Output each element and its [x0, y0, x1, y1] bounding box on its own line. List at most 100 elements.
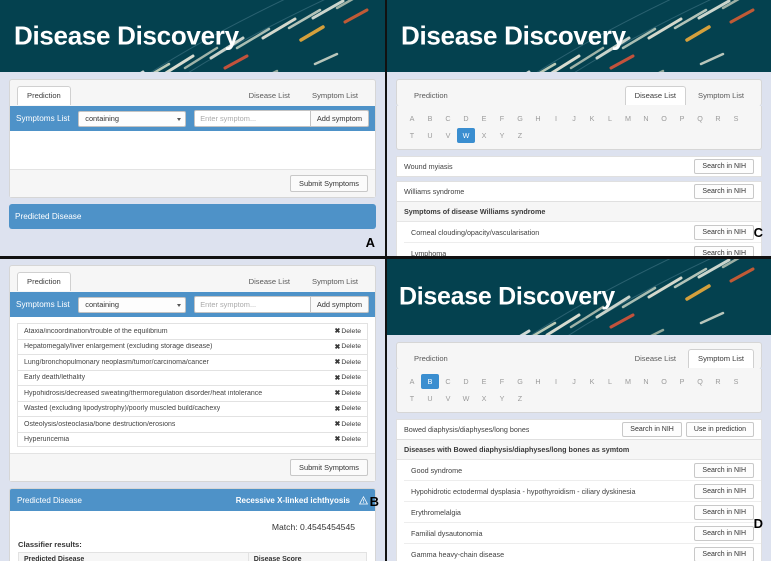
list-item[interactable]: Familial dysautonomia Search in NIH	[404, 523, 761, 544]
tab-disease-list[interactable]: Disease List	[625, 349, 686, 368]
alpha-U[interactable]: U	[421, 128, 439, 143]
tab-prediction[interactable]: Prediction	[17, 86, 71, 105]
delete-symptom-button[interactable]: ✖ Delete	[328, 389, 361, 397]
alpha-Y[interactable]: Y	[493, 391, 511, 406]
alpha-J[interactable]: J	[565, 374, 583, 389]
search-in-nih-button[interactable]: Search in NIH	[694, 246, 754, 257]
alpha-T[interactable]: T	[403, 391, 421, 406]
alpha-A[interactable]: A	[403, 111, 421, 126]
delete-symptom-button[interactable]: ✖ Delete	[328, 327, 361, 335]
search-in-nih-button[interactable]: Search in NIH	[694, 159, 754, 174]
alpha-B[interactable]: B	[421, 111, 439, 126]
tab-prediction[interactable]: Prediction	[404, 86, 458, 105]
list-item[interactable]: Bowed diaphysis/diaphyses/long bones Sea…	[396, 419, 762, 440]
alpha-E[interactable]: E	[475, 111, 493, 126]
alpha-P[interactable]: P	[673, 374, 691, 389]
alpha-I[interactable]: I	[547, 111, 565, 126]
list-item[interactable]: Wound myiasis Search in NIH	[396, 156, 762, 177]
alpha-Z[interactable]: Z	[511, 128, 529, 143]
table-row[interactable]: Hepatomegaly/liver enlargement (excludin…	[17, 339, 368, 355]
tab-symptom-list[interactable]: Symptom List	[688, 349, 754, 368]
alpha-A[interactable]: A	[403, 374, 421, 389]
alpha-G[interactable]: G	[511, 111, 529, 126]
delete-symptom-button[interactable]: ✖ Delete	[328, 374, 361, 382]
search-in-nih-button[interactable]: Search in NIH	[694, 225, 754, 240]
alpha-U[interactable]: U	[421, 391, 439, 406]
table-row[interactable]: Ataxia/incoordination/trouble of the equ…	[17, 323, 368, 339]
list-item[interactable]: Good syndrome Search in NIH	[404, 460, 761, 481]
search-in-nih-button[interactable]: Search in NIH	[694, 484, 754, 499]
alpha-F[interactable]: F	[493, 111, 511, 126]
alpha-N[interactable]: N	[637, 111, 655, 126]
alpha-K[interactable]: K	[583, 374, 601, 389]
match-mode-select[interactable]: containing	[78, 297, 186, 313]
search-in-nih-button[interactable]: Search in NIH	[622, 422, 682, 437]
table-row[interactable]: Hyperuricemia ✖ Delete	[17, 432, 368, 448]
delete-symptom-button[interactable]: ✖ Delete	[328, 358, 361, 366]
search-in-nih-button[interactable]: Search in NIH	[694, 505, 754, 520]
alpha-V[interactable]: V	[439, 128, 457, 143]
match-mode-select[interactable]: containing	[78, 111, 186, 127]
alpha-M[interactable]: M	[619, 111, 637, 126]
delete-symptom-button[interactable]: ✖ Delete	[328, 435, 361, 443]
alpha-R[interactable]: R	[709, 374, 727, 389]
alpha-W[interactable]: W	[457, 128, 475, 143]
alpha-O[interactable]: O	[655, 111, 673, 126]
symptom-input[interactable]	[194, 296, 311, 313]
alpha-R[interactable]: R	[709, 111, 727, 126]
tab-prediction[interactable]: Prediction	[404, 349, 458, 368]
list-item[interactable]: Corneal clouding/opacity/vascularisation…	[404, 222, 761, 243]
list-item[interactable]: Williams syndrome Search in NIH	[396, 181, 762, 202]
submit-symptoms-button[interactable]: Submit Symptoms	[290, 175, 368, 192]
tab-disease-list[interactable]: Disease List	[239, 86, 300, 105]
tab-disease-list[interactable]: Disease List	[625, 86, 686, 105]
alpha-Q[interactable]: Q	[691, 374, 709, 389]
alpha-D[interactable]: D	[457, 111, 475, 126]
search-in-nih-button[interactable]: Search in NIH	[694, 463, 754, 478]
symptom-input[interactable]	[194, 110, 311, 127]
alpha-M[interactable]: M	[619, 374, 637, 389]
delete-symptom-button[interactable]: ✖ Delete	[328, 420, 361, 428]
search-in-nih-button[interactable]: Search in NIH	[694, 547, 754, 561]
alpha-V[interactable]: V	[439, 391, 457, 406]
alpha-Y[interactable]: Y	[493, 128, 511, 143]
alpha-O[interactable]: O	[655, 374, 673, 389]
alpha-Z[interactable]: Z	[511, 391, 529, 406]
add-symptom-button[interactable]: Add symptom	[311, 296, 369, 313]
alpha-E[interactable]: E	[475, 374, 493, 389]
tab-prediction[interactable]: Prediction	[17, 272, 71, 291]
alpha-F[interactable]: F	[493, 374, 511, 389]
alpha-H[interactable]: H	[529, 111, 547, 126]
alpha-C[interactable]: C	[439, 374, 457, 389]
delete-symptom-button[interactable]: ✖ Delete	[328, 405, 361, 413]
table-row[interactable]: Hypohidrosis/decreased sweating/thermore…	[17, 385, 368, 401]
warning-icon[interactable]	[359, 496, 368, 505]
tab-disease-list[interactable]: Disease List	[239, 272, 300, 291]
search-in-nih-button[interactable]: Search in NIH	[694, 526, 754, 541]
list-item[interactable]: Gamma heavy-chain disease Search in NIH	[404, 544, 761, 561]
alpha-N[interactable]: N	[637, 374, 655, 389]
list-item[interactable]: Lymphoma Search in NIH	[404, 243, 761, 256]
alpha-L[interactable]: L	[601, 111, 619, 126]
alpha-I[interactable]: I	[547, 374, 565, 389]
tab-symptom-list[interactable]: Symptom List	[302, 272, 368, 291]
table-row[interactable]: Wasted (excluding lipodystrophy)/poorly …	[17, 401, 368, 417]
list-item[interactable]: Hypohidrotic ectodermal dysplasia - hypo…	[404, 481, 761, 502]
table-row[interactable]: Early death/lethality ✖ Delete	[17, 370, 368, 386]
alpha-X[interactable]: X	[475, 391, 493, 406]
alpha-P[interactable]: P	[673, 111, 691, 126]
tab-symptom-list[interactable]: Symptom List	[688, 86, 754, 105]
alpha-G[interactable]: G	[511, 374, 529, 389]
alpha-T[interactable]: T	[403, 128, 421, 143]
alpha-J[interactable]: J	[565, 111, 583, 126]
alpha-W[interactable]: W	[457, 391, 475, 406]
submit-symptoms-button[interactable]: Submit Symptoms	[290, 459, 368, 476]
delete-symptom-button[interactable]: ✖ Delete	[328, 343, 361, 351]
use-in-prediction-button[interactable]: Use in prediction	[686, 422, 754, 437]
alpha-X[interactable]: X	[475, 128, 493, 143]
search-in-nih-button[interactable]: Search in NIH	[694, 184, 754, 199]
list-item[interactable]: Erythromelalgia Search in NIH	[404, 502, 761, 523]
table-row[interactable]: Lung/bronchopulmonary neoplasm/tumor/car…	[17, 354, 368, 370]
alpha-C[interactable]: C	[439, 111, 457, 126]
alpha-H[interactable]: H	[529, 374, 547, 389]
